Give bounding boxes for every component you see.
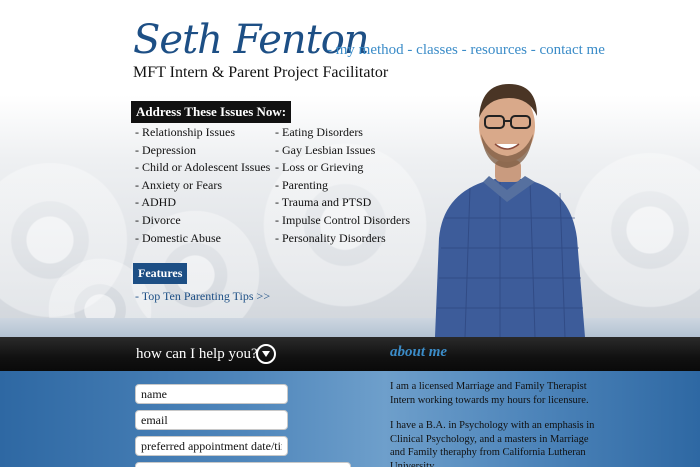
- issues-list-right: - Eating Disorders - Gay Lesbian Issues …: [275, 124, 410, 247]
- list-item: - Parenting: [275, 177, 328, 192]
- nav-separator: -: [457, 42, 471, 58]
- nav-classes[interactable]: classes: [416, 42, 458, 58]
- help-heading: how can I help you?: [136, 346, 258, 362]
- features-heading: Features: [133, 263, 188, 284]
- issues-list-left: - Relationship Issues - Depression - Chi…: [135, 124, 270, 247]
- about-me-text: I am a licensed Marriage and Family Ther…: [390, 380, 595, 467]
- list-item: - Impulse Control Disorders: [275, 212, 410, 227]
- help-band: [0, 337, 700, 371]
- appointment-date-field[interactable]: [135, 436, 288, 456]
- page-subtitle: MFT Intern & Parent Project Facilitator: [133, 64, 389, 81]
- issues-heading: Address These Issues Now:: [131, 101, 292, 123]
- list-item: - Personality Disorders: [275, 230, 386, 245]
- about-paragraph: I have a B.A. in Psychology with an emph…: [390, 420, 595, 467]
- list-item: - Relationship Issues: [135, 125, 235, 139]
- list-item: - Domestic Abuse: [135, 230, 221, 245]
- nav-resources[interactable]: resources: [470, 42, 527, 58]
- top-ten-parenting-tips-link[interactable]: - Top Ten Parenting Tips >>: [135, 289, 270, 304]
- nav-contact-me[interactable]: contact me: [539, 42, 604, 58]
- list-item: - Loss or Grieving: [275, 160, 364, 175]
- name-field[interactable]: [135, 384, 288, 404]
- list-item: - Depression: [135, 142, 196, 157]
- contact-section: [0, 371, 700, 467]
- nav-separator: -: [403, 42, 417, 58]
- list-item: - Divorce: [135, 212, 181, 227]
- about-paragraph: I am a licensed Marriage and Family Ther…: [390, 381, 589, 406]
- message-field[interactable]: [135, 462, 351, 467]
- nav-separator: -: [526, 42, 540, 58]
- about-me-heading: about me: [390, 344, 448, 360]
- list-item: - Child or Adolescent Issues: [135, 160, 271, 175]
- chevron-down-icon[interactable]: [256, 344, 276, 364]
- hero-bottom-strip: [0, 318, 700, 337]
- main-nav: - my method - classes - resources - cont…: [327, 42, 605, 59]
- email-field[interactable]: [135, 410, 288, 430]
- list-item: - ADHD: [135, 195, 176, 210]
- profile-photo: [435, 84, 585, 337]
- list-item: - Gay Lesbian Issues: [275, 142, 376, 157]
- list-item: - Anxiety or Fears: [135, 177, 222, 192]
- nav-separator: -: [327, 42, 336, 58]
- nav-my-method[interactable]: my method: [336, 42, 404, 58]
- list-item: - Trauma and PTSD: [275, 195, 372, 210]
- list-item: - Eating Disorders: [275, 125, 363, 139]
